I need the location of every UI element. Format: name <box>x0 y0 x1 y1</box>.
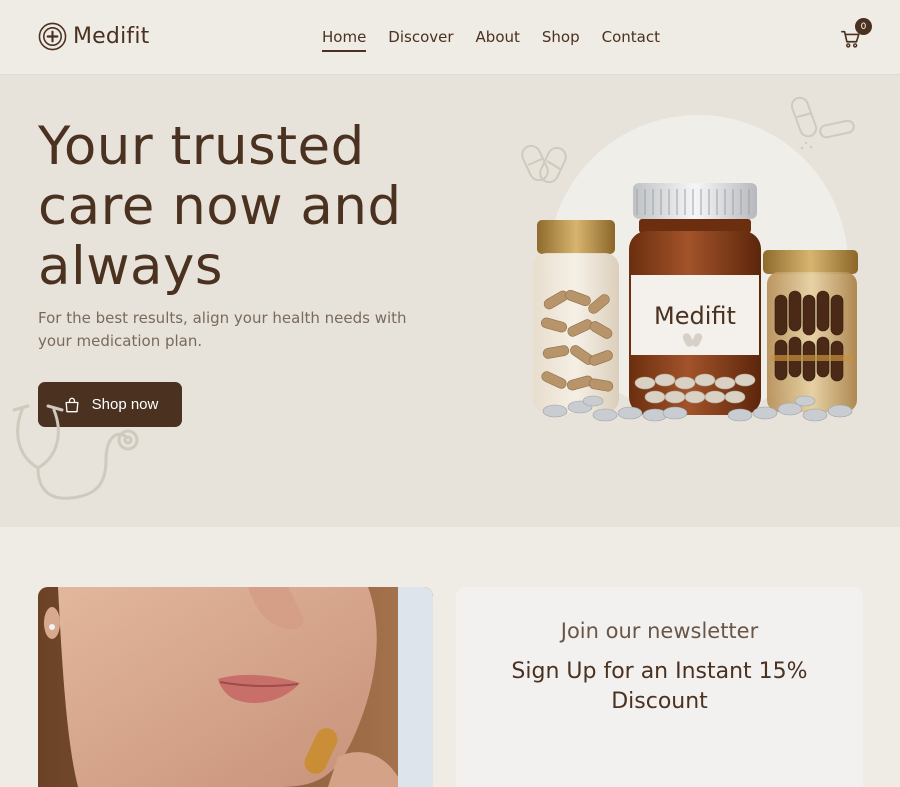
nav-about[interactable]: About <box>476 28 520 52</box>
hero-section: Your trusted care now and always For the… <box>0 75 900 527</box>
main-nav: Home Discover About Shop Contact <box>322 28 660 52</box>
nav-home[interactable]: Home <box>322 28 367 52</box>
hero-subtitle: For the best results, align your health … <box>38 309 407 350</box>
nav-contact[interactable]: Contact <box>602 28 660 52</box>
newsletter-subtitle: Sign Up for an Instant 15% Discount <box>511 659 808 714</box>
nav-shop[interactable]: Shop <box>542 28 580 52</box>
brand-name: Medifit <box>73 24 150 49</box>
brand-logo[interactable]: Medifit <box>38 22 149 51</box>
newsletter-title: Join our newsletter <box>560 619 759 643</box>
bottle-label: Medifit <box>654 302 736 330</box>
woman-taking-pill-photo <box>38 587 433 787</box>
stethoscope-icon <box>12 404 139 500</box>
hero-title: Your trusted care now and always <box>38 116 402 297</box>
newsletter-card: Join our newsletter Sign Up for an Insta… <box>456 587 863 787</box>
cart-count-badge: 0 <box>855 18 872 35</box>
nav-discover[interactable]: Discover <box>388 28 453 52</box>
promo-section: Join our newsletter Sign Up for an Insta… <box>0 527 900 787</box>
site-header: Medifit Home Discover About Shop Contact… <box>0 0 900 75</box>
medical-cross-icon <box>38 22 67 51</box>
capsule-icon <box>790 96 855 150</box>
